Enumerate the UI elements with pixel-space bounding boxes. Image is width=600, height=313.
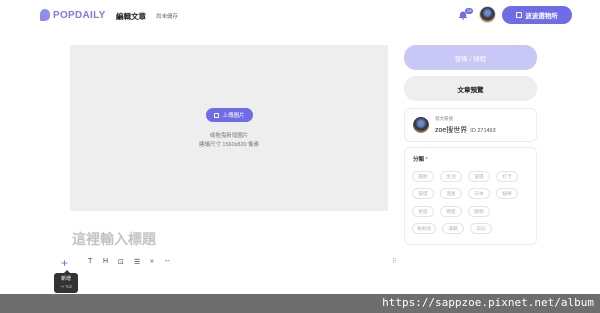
add-tooltip: 新增 ⇥ Tab <box>54 270 78 293</box>
divider-tool-button[interactable]: -- <box>165 258 170 265</box>
image-icon <box>214 112 220 118</box>
add-block-button[interactable]: + <box>61 256 68 270</box>
category-chip[interactable]: 生活 <box>440 171 462 182</box>
category-chip[interactable]: 戀愛 <box>440 206 462 217</box>
category-chip[interactable]: 嗚咻兒 <box>412 223 436 234</box>
image-tool-button[interactable]: ⊡ <box>118 258 124 266</box>
account-card: 發文帳號 zoe搜世界 ID 271493 <box>404 108 537 142</box>
save-status: 尚未儲存 <box>156 14 179 20</box>
title-input[interactable]: 這裡輸入標題 <box>72 229 156 249</box>
category-title: 分類 * <box>413 155 428 163</box>
logo[interactable]: POPDAILY <box>40 9 106 21</box>
category-card: 分類 * 美妝 生活 穿搭 打卡 穿搭 追星 日本 娛樂 星座 戀愛 寵物 嗚咻… <box>404 147 537 245</box>
cover-hint-drag: 或拖曳新增圖片 <box>209 133 249 139</box>
account-name-row: zoe搜世界 ID 271493 <box>435 125 496 135</box>
top-bar: POPDAILY 編輯文章 尚未儲存 29 波波選物所 <box>0 0 600 32</box>
category-chip[interactable]: 穿搭 <box>412 188 434 199</box>
category-chip[interactable]: 運動 <box>442 223 464 234</box>
heading-tool-button[interactable]: H <box>103 258 108 265</box>
cover-hint-size: 建議尺寸 1560x820 像素 <box>198 142 260 148</box>
logo-text: POPDAILY <box>53 9 106 21</box>
publish-button[interactable]: 發佈 / 排程 <box>404 45 537 70</box>
cover-image-dropzone[interactable] <box>70 45 388 211</box>
bag-icon <box>516 12 523 18</box>
category-chip[interactable]: 日記 <box>470 223 492 234</box>
drag-handle-icon[interactable]: ⠿ <box>392 258 396 265</box>
list-tool-button[interactable]: ☰ <box>134 258 140 266</box>
category-chip[interactable]: 追星 <box>440 188 462 199</box>
avatar[interactable] <box>479 6 496 23</box>
watermark-text: https://sappzoe.pixnet.net/album <box>382 296 594 309</box>
preview-button[interactable]: 文章預覽 <box>404 76 537 101</box>
category-chip[interactable]: 打卡 <box>496 171 518 182</box>
category-chip[interactable]: 娛樂 <box>496 188 518 199</box>
tooltip-shortcut: ⇥ Tab <box>59 284 73 289</box>
upload-image-label: 上傳圖片 <box>222 113 245 119</box>
category-chip[interactable]: 穿搭 <box>468 171 490 182</box>
text-tool-button[interactable]: T <box>88 258 92 265</box>
tooltip-label: 新增 <box>60 276 71 282</box>
quote-tool-button[interactable]: » <box>150 258 154 265</box>
watermark-bar: https://sappzoe.pixnet.net/album <box>0 294 600 313</box>
shop-button-label: 波波選物所 <box>525 13 558 20</box>
category-chip[interactable]: 日本 <box>468 188 490 199</box>
shop-button[interactable]: 波波選物所 <box>502 6 572 24</box>
account-avatar <box>413 117 429 133</box>
category-chip[interactable]: 星座 <box>412 206 434 217</box>
account-label: 發文帳號 <box>435 116 453 121</box>
category-title-text: 分類 <box>413 157 425 163</box>
notification-badge: 29 <box>465 8 474 14</box>
logo-icon <box>40 9 50 21</box>
upload-image-button[interactable]: 上傳圖片 <box>206 108 253 122</box>
account-name: zoe搜世界 <box>435 127 468 134</box>
required-mark: * <box>425 157 428 163</box>
category-chip[interactable]: 寵物 <box>468 206 490 217</box>
account-id: ID 271493 <box>470 128 496 134</box>
page-title: 編輯文章 <box>116 12 146 21</box>
category-chip[interactable]: 美妝 <box>412 171 434 182</box>
